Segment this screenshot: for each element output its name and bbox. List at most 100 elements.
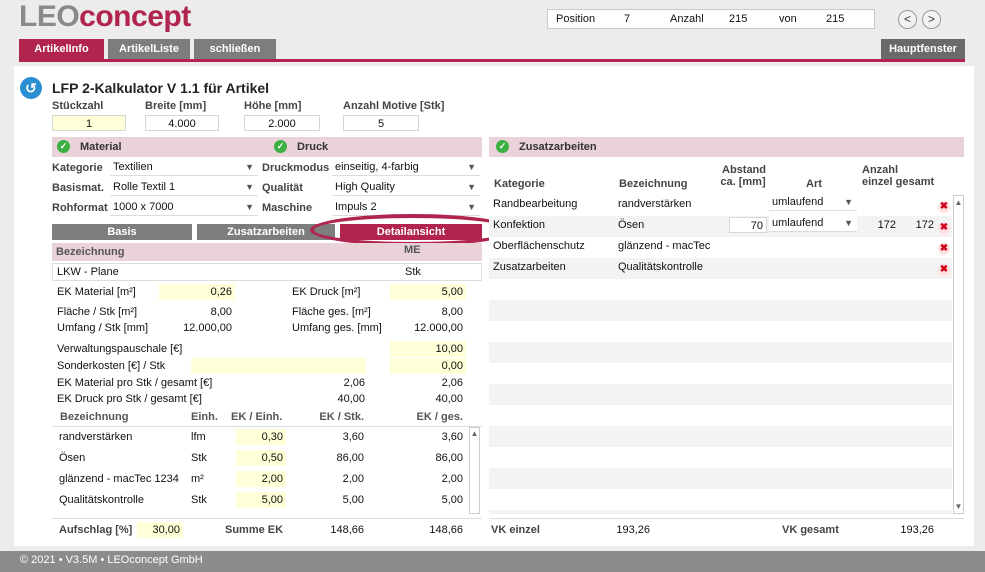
zusatz-row-bezeichnung: Qualitätskontrolle [618,261,703,273]
me-header: ME [404,244,421,256]
zusatz-scrollbar[interactable]: ▲ ▼ [953,195,964,514]
highlight-ellipse [310,214,515,246]
item-ek-einh-input[interactable]: 5,00 [236,492,286,508]
sonder-label: Sonderkosten [€] / Stk [57,360,166,372]
summe-ek-label: Summe EK [225,524,284,536]
flaeche-ges-label: Fläche ges. [m²] [292,306,371,318]
art-value: umlaufend [772,217,824,229]
zusatz-col-art: Art [806,178,822,190]
item-ek-ges: 86,00 [435,452,463,464]
druck-title: Druck [297,141,329,153]
item-einh: m² [191,473,204,485]
item-ek-einh-input[interactable]: 0,50 [236,450,286,466]
item-ek-stk: 2,00 [342,473,364,485]
zusatz-row-kategorie: Konfektion [493,219,545,231]
verwaltung-input[interactable]: 10,00 [390,341,466,357]
stueckzahl-input[interactable]: 1 [52,115,126,131]
ek-mat-pro-ges: 2,06 [441,377,463,389]
ek-druck-input[interactable]: 5,00 [390,284,466,300]
vk-einzel-label: VK einzel [491,524,540,536]
basismat-select[interactable]: Rolle Textil 1 ▼ [110,178,258,196]
previous-record-button[interactable]: < [898,10,917,29]
delete-icon[interactable]: ✖ [938,264,950,276]
items-col-ek-einh: EK / Einh. [231,411,283,423]
scroll-down-icon[interactable]: ▼ [954,502,963,511]
art-value: umlaufend [772,196,824,208]
aufschlag-input[interactable]: 30,00 [137,522,183,538]
flaeche-stk-value: 8,00 [210,306,232,318]
scroll-up-icon[interactable]: ▲ [954,198,963,207]
summe-ek-value: 148,66 [330,524,364,536]
zusatz-check-icon: ✓ [496,140,509,153]
sonder-note-input[interactable] [191,358,366,374]
motive-input[interactable]: 5 [343,115,419,131]
basismat-label: Basismat. [52,182,104,194]
ek-druck-pro-label: EK Druck pro Stk / gesamt [€] [57,393,202,405]
breite-label: Breite [mm] [145,100,207,112]
rohformat-value: 1000 x 7000 [113,201,174,213]
kategorie-select[interactable]: Textilien ▼ [110,158,258,176]
chevron-down-icon: ▼ [245,182,254,192]
qualitaet-select[interactable]: High Quality ▼ [332,178,480,196]
art-select[interactable]: umlaufend ▼ [769,194,857,211]
basis-view-button[interactable]: Basis [52,224,192,240]
summary-divider [52,518,482,519]
ek-druck-label: EK Druck [m²] [292,286,361,298]
ek-mat-pro-label: EK Material pro Stk / gesamt [€] [57,377,213,389]
sonder-input[interactable]: 0,00 [390,358,466,374]
chevron-down-icon: ▼ [844,218,853,228]
motive-label: Anzahl Motive [Stk] [343,100,445,112]
next-record-button[interactable]: > [922,10,941,29]
delete-icon[interactable]: ✖ [938,222,950,234]
main-window-button[interactable]: Hauptfenster [881,39,965,60]
zusatz-row-bezeichnung: randverstärken [618,198,692,210]
zusatz-col-bezeichnung: Bezeichnung [619,178,688,190]
druckmodus-select[interactable]: einseitig, 4-farbig ▼ [332,158,480,176]
druck-check-icon: ✓ [274,140,287,153]
me-value[interactable]: Stk [405,266,421,278]
tab-artikelinfo[interactable]: ArtikelInfo [19,39,104,60]
rohformat-select[interactable]: 1000 x 7000 ▼ [110,198,258,216]
vk-divider [489,518,964,519]
summe-ek-total: 148,66 [429,524,463,536]
vk-gesamt-label: VK gesamt [782,524,839,536]
umfang-ges-value: 12.000,00 [414,322,463,334]
material-title: Material [80,141,122,153]
position-value: 7 [624,13,631,25]
scroll-up-icon[interactable]: ▲ [470,429,479,438]
zusatz-col-anzahl: Anzahl [862,164,899,176]
back-icon[interactable]: ↺ [20,77,42,99]
item-bez: Ösen [59,452,86,464]
vk-einzel-value: 193,26 [616,524,650,536]
ek-material-input[interactable]: 0,26 [159,284,235,300]
abstand-input[interactable]: 70 [729,217,767,233]
qualitaet-label: Qualität [262,182,303,194]
hoehe-input[interactable]: 2.000 [244,115,320,131]
zusatz-title: Zusatzarbeiten [519,141,597,153]
item-ek-einh-input[interactable]: 0,30 [236,429,286,445]
zusatz-col-kategorie: Kategorie [494,178,545,190]
count-label: Anzahl [670,13,704,25]
zusatz-row-kategorie: Oberflächenschutz [493,240,585,252]
close-button[interactable]: schließen [194,39,276,60]
tab-artikelliste[interactable]: ArtikelListe [108,39,190,60]
art-select[interactable]: umlaufend ▼ [769,215,857,232]
bez-value[interactable]: LKW - Plane [57,266,119,278]
ek-material-label: EK Material [m²] [57,286,136,298]
item-einh: Stk [191,452,207,464]
maschine-value: Impuls 2 [335,201,377,213]
maschine-label: Maschine [262,202,313,214]
druckmodus-value: einseitig, 4-farbig [335,161,419,173]
delete-icon[interactable]: ✖ [938,201,950,213]
header-divider [19,59,965,62]
item-ek-einh-input[interactable]: 2,00 [236,471,286,487]
druckmodus-label: Druckmodus [262,162,330,174]
item-bez: randverstärken [59,431,133,443]
zusatz-col-abstand: Abstand [722,164,766,176]
zusatz-row-kategorie: Zusatzarbeiten [493,261,566,273]
items-scrollbar[interactable]: ▲ [469,427,480,514]
delete-icon[interactable]: ✖ [938,243,950,255]
breite-input[interactable]: 4.000 [145,115,219,131]
flaeche-stk-label: Fläche / Stk [m²] [57,306,138,318]
of-label: von [779,13,797,25]
